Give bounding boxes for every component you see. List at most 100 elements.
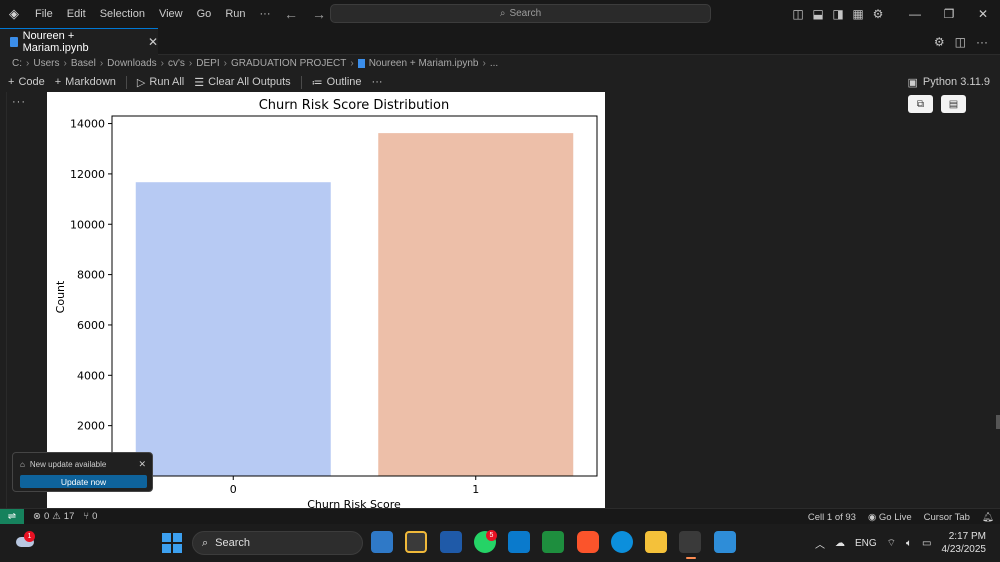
taskbar-search[interactable]: ⌕ Search bbox=[192, 531, 363, 555]
outline-icon: ≔ bbox=[311, 76, 323, 89]
crumb-users[interactable]: Users bbox=[33, 58, 59, 69]
error-icon: ⊗ bbox=[33, 511, 41, 522]
forward-arrow-icon[interactable]: → bbox=[312, 6, 326, 22]
menu-run[interactable]: Run bbox=[218, 0, 252, 28]
kernel-icon: ▣ bbox=[907, 76, 918, 89]
tab-label: Noureen + Mariam.ipynb bbox=[22, 30, 89, 54]
clock[interactable]: 2:17 PM 4/23/2025 bbox=[942, 530, 987, 556]
restore-icon[interactable]: ❐ bbox=[932, 7, 966, 21]
crumb-file[interactable]: Noureen + Mariam.ipynb bbox=[369, 58, 479, 69]
split-editor-icon[interactable]: ◫ bbox=[955, 35, 966, 49]
more-actions-icon[interactable]: ··· bbox=[976, 35, 988, 49]
title-bar: ◈ File Edit Selection View Go Run ··· ← … bbox=[0, 0, 1000, 28]
cursor-taskbar-icon[interactable] bbox=[679, 531, 701, 553]
wifi-icon[interactable]: ⌔ bbox=[887, 537, 896, 550]
settings-gear-icon[interactable]: ⚙ bbox=[868, 7, 888, 21]
menu-edit[interactable]: Edit bbox=[60, 0, 93, 28]
back-arrow-icon[interactable]: ← bbox=[284, 6, 298, 22]
system-tray: ︿ ☁ ENG ⌔ 🔈︎ ▭ 2:17 PM 4/23/2025 bbox=[815, 524, 986, 562]
crumb-cvs[interactable]: cv's bbox=[168, 58, 185, 69]
notebook-icon bbox=[10, 37, 18, 47]
layout-icon[interactable]: ▦ bbox=[848, 7, 868, 21]
menu-view[interactable]: View bbox=[152, 0, 190, 28]
start-button[interactable] bbox=[162, 533, 182, 553]
bar-1 bbox=[378, 133, 574, 477]
update-now-button[interactable]: Update now bbox=[20, 475, 147, 488]
tab-notebook[interactable]: Noureen + Mariam.ipynb ✕ bbox=[0, 28, 158, 55]
run-all-button[interactable]: ▷ Run All bbox=[137, 76, 184, 89]
minimize-icon[interactable]: — bbox=[898, 7, 932, 21]
menu-selection[interactable]: Selection bbox=[93, 0, 152, 28]
gear-icon[interactable]: ⚙ bbox=[934, 35, 945, 49]
vscode-icon[interactable] bbox=[508, 531, 530, 553]
file-explorer-icon[interactable] bbox=[645, 531, 667, 553]
powershell-icon[interactable] bbox=[440, 531, 462, 553]
crumb-downloads[interactable]: Downloads bbox=[107, 58, 156, 69]
volume-muted-icon[interactable]: 🔈︎ bbox=[906, 538, 912, 549]
edge-browser-icon[interactable] bbox=[611, 531, 633, 553]
crumb-drive[interactable]: C: bbox=[12, 58, 22, 69]
outline-button[interactable]: ≔ Outline bbox=[312, 76, 362, 89]
toast-close-icon[interactable]: ✕ bbox=[138, 459, 146, 470]
add-markdown-button[interactable]: + Markdown bbox=[55, 76, 116, 88]
language-indicator[interactable]: ENG bbox=[855, 538, 877, 549]
x-axis-label: Churn Risk Score bbox=[307, 498, 401, 508]
plus-icon: + bbox=[8, 76, 15, 88]
cell-position[interactable]: Cell 1 of 93 bbox=[808, 512, 856, 523]
cursor-app-icon: ◈ bbox=[9, 6, 19, 21]
update-notification: ⌂ New update available ✕ Update now bbox=[12, 452, 153, 492]
y-tick-label: 8000 bbox=[77, 269, 105, 282]
weather-widget[interactable]: 1 bbox=[14, 531, 36, 553]
toggle-sidebar-icon[interactable]: ◫ bbox=[788, 7, 808, 21]
outline-label: Outline bbox=[326, 76, 362, 88]
y-tick-label: 2000 bbox=[77, 420, 105, 433]
go-live-button[interactable]: ◉ Go Live bbox=[868, 512, 912, 523]
toolbar-divider bbox=[300, 75, 302, 89]
notepad-icon[interactable] bbox=[714, 531, 736, 553]
crumb-depi[interactable]: DEPI bbox=[196, 58, 219, 69]
battery-icon[interactable]: ▭ bbox=[922, 538, 931, 549]
crumb-more[interactable]: ... bbox=[490, 58, 498, 69]
menu-file[interactable]: File bbox=[28, 0, 60, 28]
onedrive-cloud-icon[interactable]: ☁ bbox=[835, 538, 845, 549]
weather-badge: 1 bbox=[24, 531, 35, 542]
google-classroom-icon[interactable] bbox=[542, 531, 564, 553]
clear-outputs-label: Clear All Outputs bbox=[208, 76, 291, 88]
crumb-graduation-project[interactable]: GRADUATION PROJECT bbox=[231, 58, 346, 69]
bell-icon: ⌂ bbox=[20, 460, 25, 469]
copy-output-icon[interactable]: ⧉ bbox=[908, 95, 933, 113]
toast-title: New update available bbox=[29, 460, 107, 469]
y-tick-label: 10000 bbox=[70, 218, 105, 231]
tab-close-icon[interactable]: ✕ bbox=[148, 35, 158, 49]
search-icon: ⌕ bbox=[499, 8, 506, 19]
toolbar-more-button[interactable]: ··· bbox=[372, 76, 383, 88]
problems-indicator[interactable]: ⊗ 0 ⚠ 17 bbox=[33, 511, 74, 522]
app-icon[interactable] bbox=[405, 531, 427, 553]
show-hidden-icons-chevron-icon[interactable]: ︿ bbox=[815, 536, 825, 551]
menu-bar: File Edit Selection View Go Run ··· bbox=[28, 0, 278, 28]
ports-indicator[interactable]: ⑂ 0 bbox=[83, 511, 97, 522]
toggle-panel-icon[interactable]: ⬓ bbox=[808, 7, 828, 21]
output-actions: ⧉ ▤ bbox=[908, 95, 966, 113]
scrollbar-marker[interactable] bbox=[996, 415, 1000, 429]
remote-indicator-icon[interactable]: ⇌ bbox=[0, 508, 24, 525]
cell-output-menu[interactable]: ··· bbox=[12, 96, 26, 108]
toggle-secondary-sidebar-icon[interactable]: ◨ bbox=[828, 7, 848, 21]
menu-more[interactable]: ··· bbox=[253, 0, 278, 28]
crumb-basel[interactable]: Basel bbox=[71, 58, 96, 69]
command-search-box[interactable]: ⌕ Search bbox=[330, 4, 711, 23]
chart-title: Churn Risk Score Distribution bbox=[259, 98, 450, 113]
kernel-picker[interactable]: ▣ Python 3.11.9 bbox=[908, 72, 990, 92]
close-window-icon[interactable]: ✕ bbox=[966, 7, 1000, 21]
status-bar: ⇌ ⊗ 0 ⚠ 17 ⑂ 0 Cell 1 of 93 ◉ Go Live Cu… bbox=[0, 508, 1000, 525]
notifications-bell-icon[interactable]: 🔔︎ bbox=[982, 512, 994, 523]
save-output-icon[interactable]: ▤ bbox=[941, 95, 966, 113]
notebook-toolbar: + Code + Markdown ▷ Run All ☰ Clear All … bbox=[0, 72, 1000, 92]
toolbar-divider bbox=[125, 75, 127, 89]
menu-go[interactable]: Go bbox=[190, 0, 219, 28]
clear-outputs-button[interactable]: ☰ Clear All Outputs bbox=[194, 76, 290, 89]
photos-app-icon[interactable] bbox=[371, 531, 393, 553]
cursor-tab-button[interactable]: Cursor Tab bbox=[924, 512, 970, 523]
add-code-button[interactable]: + Code bbox=[8, 76, 45, 88]
brave-browser-icon[interactable] bbox=[577, 531, 599, 553]
